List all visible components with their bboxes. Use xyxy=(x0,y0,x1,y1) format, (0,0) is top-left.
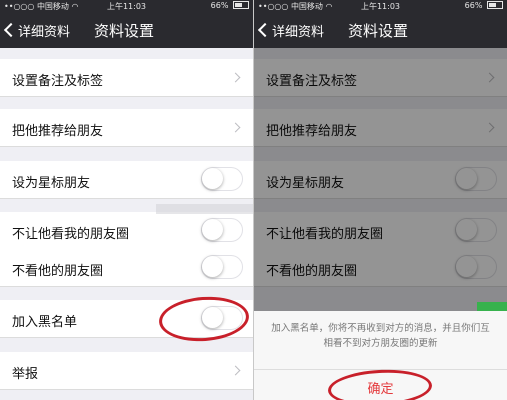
row-hide-my-moments: 不让他看我的朋友圈 xyxy=(0,212,253,250)
row-label: 不看他的朋友圈 xyxy=(12,264,104,279)
back-label: 详细资料 xyxy=(18,25,71,40)
chevron-left-icon xyxy=(3,22,19,38)
row-label: 加入黑名单 xyxy=(12,315,78,330)
battery-icon xyxy=(233,1,249,9)
row-label: 设为星标朋友 xyxy=(12,176,91,191)
navigation-bar: 详细资料 资料设置 xyxy=(0,12,253,48)
hide-my-moments-toggle[interactable] xyxy=(201,218,243,242)
back-label: 详细资料 xyxy=(272,25,325,40)
row-label: 把他推荐给朋友 xyxy=(12,124,104,139)
settings-screen-left: ••○○○ 中国移动 ◠ 上午11:03 66% 详细资料 资料设置 设置备注及… xyxy=(0,0,253,400)
row-hide-his-moments: 不看他的朋友圈 xyxy=(0,249,253,287)
chevron-right-icon xyxy=(230,365,241,376)
row-label: 设置备注及标签 xyxy=(12,74,104,89)
row-report[interactable]: 举报 xyxy=(0,352,253,390)
status-bar: ••○○○ 中国移动 ◠ 上午11:03 66% xyxy=(254,0,507,12)
back-button[interactable]: 详细资料 xyxy=(257,21,325,40)
settings-screen-right: ••○○○ 中国移动 ◠ 上午11:03 66% 详细资料 资料设置 设置备注及… xyxy=(254,0,507,400)
row-remark-tags[interactable]: 设置备注及标签 xyxy=(0,59,253,97)
row-label: 不让他看我的朋友圈 xyxy=(12,227,130,242)
watermark-strip xyxy=(156,204,256,214)
row-star-friend: 设为星标朋友 xyxy=(0,161,253,199)
blacklist-warning-message: 加入黑名单，你将不再收到对方的消息，并且你们互相看不到对方朋友圈的更新 xyxy=(271,323,490,349)
chevron-left-icon xyxy=(257,22,273,38)
row-recommend-to-friend[interactable]: 把他推荐给朋友 xyxy=(0,109,253,147)
battery-icon xyxy=(487,1,503,9)
chevron-right-icon xyxy=(230,72,241,83)
back-button[interactable]: 详细资料 xyxy=(3,21,71,40)
navigation-bar: 详细资料 资料设置 xyxy=(254,12,507,48)
battery-percent: 66% xyxy=(210,1,229,10)
row-label: 举报 xyxy=(12,367,39,382)
status-bar: ••○○○ 中国移动 ◠ 上午11:03 66% xyxy=(0,0,253,12)
page-title: 资料设置 xyxy=(94,22,155,40)
page-title: 资料设置 xyxy=(348,22,409,40)
hide-his-moments-toggle[interactable] xyxy=(201,255,243,279)
chevron-right-icon xyxy=(230,122,241,133)
star-friend-toggle[interactable] xyxy=(201,167,243,191)
battery-percent: 66% xyxy=(464,1,483,10)
